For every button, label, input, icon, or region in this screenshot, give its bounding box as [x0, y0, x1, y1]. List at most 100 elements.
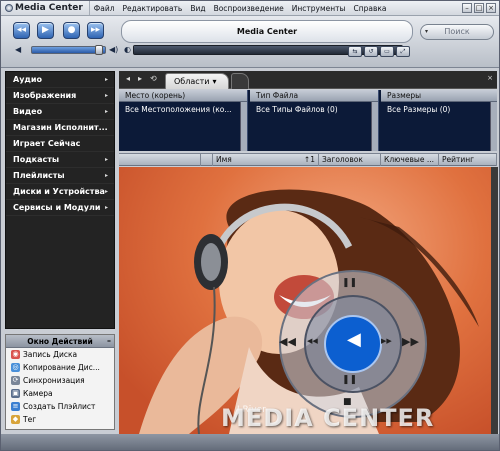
expand-arrow-icon[interactable]: ▸	[105, 204, 108, 211]
view-scrollbar[interactable]	[491, 167, 498, 434]
menubar: Media Center Файл Редактировать Вид Восп…	[1, 1, 499, 16]
tree-item-audio[interactable]: Аудио ▸	[6, 72, 114, 88]
action-burn-disc[interactable]: ◉ Запись Диска	[6, 348, 114, 361]
now-playing-display: Media Center	[121, 20, 413, 43]
pause-top-icon[interactable]: ❚❚	[342, 278, 357, 288]
action-window-header: Окно Действий –	[6, 335, 114, 348]
tree-item-label: Сервисы и Модули	[13, 203, 101, 212]
search-label: Поиск	[444, 27, 470, 36]
tree-item-video[interactable]: Видео ▸	[6, 104, 114, 120]
shuffle-icon[interactable]: ⇆	[348, 46, 362, 57]
menu-edit[interactable]: Редактировать	[119, 4, 187, 13]
back-icon[interactable]: ◂	[126, 74, 130, 83]
expand-arrow-icon[interactable]: ▸	[105, 92, 108, 99]
tree-item-devices[interactable]: Диски и Устройства ▸	[6, 184, 114, 200]
toolbar: ◂◂ ▶ ● ▸▸ ◀ ◀) Media Center ◐ ⇆ ↺ ▭ ⤢ ▾ …	[1, 16, 499, 68]
tag-icon: ◆	[11, 415, 20, 424]
action-copy-disc[interactable]: ◎ Копирование Дис...	[6, 361, 114, 374]
filter-value[interactable]: Все Местоположения (ко...	[119, 102, 247, 114]
camera-icon: ▣	[11, 389, 20, 398]
collapse-icon[interactable]: –	[107, 336, 111, 345]
volume-slider-knob[interactable]	[95, 45, 103, 55]
action-camera[interactable]: ▣ Камера	[6, 387, 114, 400]
status-bar	[1, 434, 499, 450]
column-rating[interactable]: Рейтинг	[439, 154, 497, 166]
action-window-title: Окно Действий	[27, 336, 93, 346]
sort-number: 1	[310, 155, 315, 164]
volume-slider[interactable]	[31, 45, 106, 55]
menu-file[interactable]: Файл	[90, 4, 119, 13]
expand-arrow-icon[interactable]: ▸	[105, 156, 108, 163]
play-reverse-icon[interactable]: ◀	[347, 329, 361, 350]
filter-panes: Место (корень) Все Местоположения (ко...…	[119, 90, 497, 151]
step-back-icon[interactable]: ◀◀	[307, 337, 318, 345]
filter-value[interactable]: Все Размеры (0)	[381, 102, 497, 114]
volume-max-icon: ◀)	[109, 45, 119, 54]
filter-scrollbar[interactable]	[490, 102, 497, 151]
action-label: Камера	[23, 389, 53, 398]
file-list-header: Имя ↑1 Заголовок Ключевые ... Рейтинг	[119, 153, 497, 166]
disc-burn-icon: ◉	[11, 350, 20, 359]
tree-item-podcasts[interactable]: Подкасты ▸	[6, 152, 114, 168]
tree-item-now-playing[interactable]: Играет Сейчас	[6, 136, 114, 152]
column-name[interactable]: Имя ↑1	[213, 154, 319, 166]
next-track-button[interactable]: ▸▸	[87, 22, 104, 39]
filter-header[interactable]: Размеры	[381, 90, 497, 102]
expand-arrow-icon[interactable]: ▸	[105, 172, 108, 179]
tab-areas[interactable]: Области ▾	[165, 73, 229, 89]
action-sync[interactable]: ⟳ Синхронизация	[6, 374, 114, 387]
menu-view[interactable]: Вид	[186, 4, 209, 13]
menu-tools[interactable]: Инструменты	[288, 4, 350, 13]
tree-item-playlists[interactable]: Плейлисты ▸	[6, 168, 114, 184]
pause-bottom-icon[interactable]: ❚❚	[342, 375, 357, 385]
sync-icon: ⟳	[11, 376, 20, 385]
search-dropdown-icon[interactable]: ▾	[425, 25, 428, 39]
column-keywords[interactable]: Ключевые ...	[381, 154, 439, 166]
filter-header[interactable]: Тип Файла	[250, 90, 378, 102]
action-tag[interactable]: ◆ Тег	[6, 413, 114, 426]
column-title[interactable]: Заголовок	[319, 154, 381, 166]
app-logo[interactable]: Media Center	[1, 1, 90, 15]
window-controls: – □ ×	[462, 3, 496, 13]
expand-arrow-icon[interactable]: ▸	[105, 108, 108, 115]
column-marker[interactable]	[201, 154, 213, 166]
repeat-icon[interactable]: ↺	[364, 46, 378, 57]
step-forward-icon[interactable]: ▶▶	[381, 337, 392, 345]
expand-arrow-icon[interactable]: ▸	[105, 188, 108, 195]
filter-header[interactable]: Место (корень)	[119, 90, 247, 102]
forward-icon[interactable]: ▸	[138, 74, 142, 83]
track-progress-bar[interactable]	[133, 45, 403, 55]
action-label: Копирование Дис...	[23, 363, 100, 372]
previous-track-button[interactable]: ◂◂	[13, 22, 30, 39]
tab-dropdown-icon[interactable]: ▾	[213, 77, 217, 86]
search-box[interactable]: ▾ Поиск	[420, 24, 494, 40]
maximize-icon[interactable]: □	[474, 3, 484, 13]
expand-arrow-icon[interactable]: ▸	[105, 76, 108, 83]
fast-forward-icon[interactable]: ▶▶	[402, 335, 419, 348]
filter-scrollbar[interactable]	[371, 102, 378, 151]
menu-help[interactable]: Справка	[349, 4, 390, 13]
display-title: Media Center	[236, 27, 298, 36]
minimize-icon[interactable]: –	[462, 3, 472, 13]
panel-close-icon[interactable]: ×	[487, 74, 493, 82]
filter-scrollbar[interactable]	[240, 102, 247, 151]
seek-icon: ◐	[124, 45, 131, 54]
tree-item-label: Магазин Исполнит...	[13, 123, 108, 132]
tree-item-services[interactable]: Сервисы и Модули ▸	[6, 200, 114, 216]
view-mode-icon[interactable]: ▭	[380, 46, 394, 57]
fullscreen-icon[interactable]: ⤢	[396, 46, 410, 57]
column-blank[interactable]	[119, 154, 201, 166]
close-icon[interactable]: ×	[486, 3, 496, 13]
stop-button[interactable]: ●	[63, 22, 80, 39]
tree-item-artist-store[interactable]: Магазин Исполнит...	[6, 120, 114, 136]
tree-item-images[interactable]: Изображения ▸	[6, 88, 114, 104]
action-create-playlist[interactable]: ≡ Создать Плэйлист	[6, 400, 114, 413]
refresh-icon[interactable]: ⟲	[150, 74, 157, 83]
filter-value[interactable]: Все Типы Файлов (0)	[250, 102, 378, 114]
volume-mute-icon[interactable]: ◀	[15, 45, 21, 54]
rewind-icon[interactable]: ◀◀	[279, 335, 296, 348]
play-button[interactable]: ▶	[37, 22, 54, 39]
menu-playback[interactable]: Воспроизведение	[210, 4, 288, 13]
new-tab-button[interactable]	[231, 73, 249, 89]
tree-item-label: Подкасты	[13, 155, 60, 164]
